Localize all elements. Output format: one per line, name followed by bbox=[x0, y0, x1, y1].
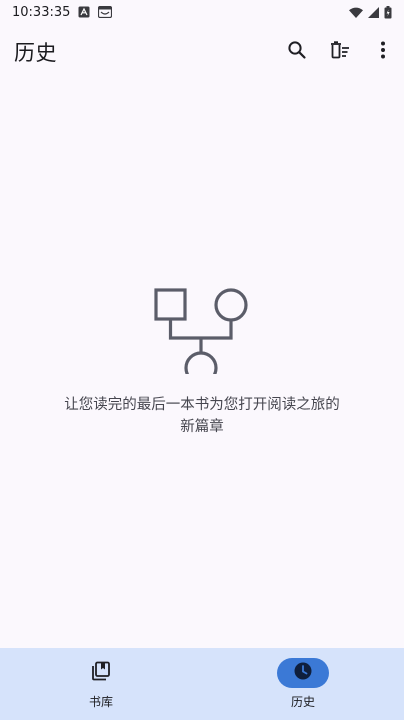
mail-notification-icon bbox=[98, 6, 113, 18]
battery-icon bbox=[384, 5, 392, 19]
page-title: 历史 bbox=[14, 41, 57, 65]
empty-state-message: 让您读完的最后一本书为您打开阅读之旅的新篇章 bbox=[64, 397, 340, 435]
nav-item-library[interactable]: 书库 bbox=[0, 648, 202, 720]
more-vert-icon bbox=[380, 41, 386, 63]
wifi-icon bbox=[349, 7, 363, 18]
status-time: 10:33:35 bbox=[12, 4, 71, 20]
nav-indicator bbox=[75, 658, 127, 688]
search-button[interactable] bbox=[275, 28, 318, 76]
search-icon bbox=[287, 40, 307, 64]
signal-icon bbox=[368, 6, 379, 18]
library-icon bbox=[91, 661, 111, 685]
nav-label-library: 书库 bbox=[88, 695, 113, 709]
top-actions bbox=[275, 28, 404, 76]
clear-history-icon bbox=[329, 40, 351, 64]
history-empty-illustration-icon bbox=[150, 270, 254, 385]
nav-item-history[interactable]: 历史 bbox=[202, 648, 404, 720]
nav-indicator-active bbox=[277, 658, 329, 688]
clear-history-button[interactable] bbox=[318, 28, 361, 76]
top-app-bar: 历史 bbox=[0, 24, 404, 80]
bottom-navigation: 书库 历史 bbox=[0, 648, 404, 720]
more-options-button[interactable] bbox=[361, 28, 404, 76]
a-notification-icon bbox=[78, 6, 90, 18]
nav-label-history: 历史 bbox=[290, 695, 315, 709]
history-clock-icon bbox=[293, 661, 313, 685]
empty-state: 让您读完的最后一本书为您打开阅读之旅的新篇章 bbox=[0, 270, 404, 438]
status-bar: 10:33:35 bbox=[0, 0, 404, 24]
